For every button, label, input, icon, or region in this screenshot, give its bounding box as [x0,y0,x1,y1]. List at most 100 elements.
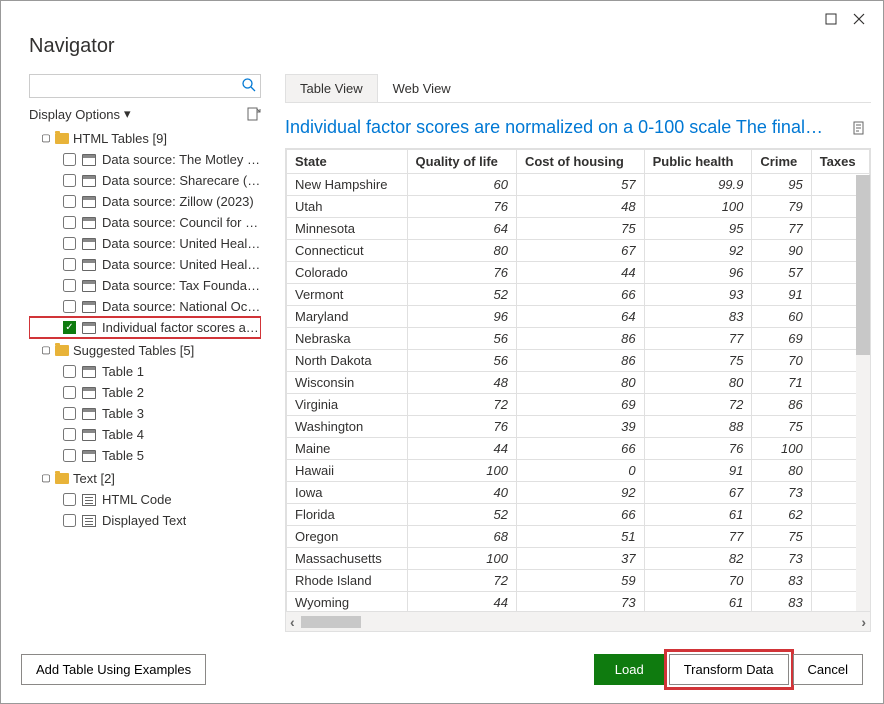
tree-item[interactable]: Displayed Text [29,510,261,531]
tree-item-checkbox[interactable] [63,258,76,271]
table-row[interactable]: Florida52666162 [287,504,870,526]
tree-item[interactable]: Data source: United Healt… [29,233,261,254]
cancel-button[interactable]: Cancel [793,654,863,685]
text-icon [82,494,96,506]
table-row[interactable]: Virginia72697286 [287,394,870,416]
table-cell: 86 [516,328,644,350]
table-cell: 76 [407,262,516,284]
table-row[interactable]: Oregon68517775 [287,526,870,548]
table-row[interactable]: Washington76398875 [287,416,870,438]
table-row[interactable]: Hawaii10009180 [287,460,870,482]
tree-item-label: Table 3 [102,406,144,421]
table-row[interactable]: Rhode Island72597083 [287,570,870,592]
tree-item-checkbox[interactable] [63,300,76,313]
table-row[interactable]: Nebraska56867769 [287,328,870,350]
caret-down-icon: ▢ [41,133,51,144]
vertical-scroll-thumb[interactable] [856,175,870,355]
table-cell: Iowa [287,482,408,504]
tree-item[interactable]: Table 5 [29,445,261,466]
tree-item-checkbox[interactable] [63,216,76,229]
table-cell: 66 [516,284,644,306]
table-cell: Rhode Island [287,570,408,592]
display-options-dropdown[interactable]: Display Options ▾ [29,106,131,122]
vertical-scrollbar[interactable] [856,175,870,611]
table-icon [82,154,96,166]
display-options-row: Display Options ▾ [29,106,261,122]
tree-group-header[interactable]: ▢HTML Tables [9] [29,128,261,149]
table-row[interactable]: North Dakota56867570 [287,350,870,372]
scroll-left-icon[interactable]: ‹ [290,614,295,630]
tree-item-checkbox[interactable] [63,237,76,250]
tree-item-checkbox[interactable] [63,174,76,187]
table-cell: 56 [407,350,516,372]
table-cell: 37 [516,548,644,570]
horizontal-scrollbar[interactable]: ‹ › [286,611,870,631]
tree-item-checkbox[interactable] [63,407,76,420]
tree-item-checkbox[interactable] [63,279,76,292]
table-row[interactable]: New Hampshire605799.995 [287,174,870,196]
column-header[interactable]: Cost of housing [516,150,644,174]
table-cell: 82 [644,548,752,570]
column-header[interactable]: Crime [752,150,811,174]
tree-item[interactable]: Table 3 [29,403,261,424]
table-row[interactable]: Connecticut80679290 [287,240,870,262]
tree-item[interactable]: Data source: The Motley F… [29,149,261,170]
tree-group-header[interactable]: ▢Text [2] [29,468,261,489]
table-icon [82,450,96,462]
table-row[interactable]: Colorado76449657 [287,262,870,284]
horizontal-scroll-thumb[interactable] [301,616,361,628]
view-tab[interactable]: Table View [285,74,378,102]
table-row[interactable]: Maryland96648360 [287,306,870,328]
table-row[interactable]: Utah764810079 [287,196,870,218]
column-header[interactable]: Quality of life [407,150,516,174]
scroll-right-icon[interactable]: › [861,614,866,630]
tree-item-checkbox[interactable] [63,514,76,527]
table-scroll[interactable]: StateQuality of lifeCost of housingPubli… [286,149,870,611]
copy-icon[interactable] [851,120,867,136]
window-maximize-button[interactable] [817,8,845,30]
tree-item[interactable]: Data source: Tax Foundati… [29,275,261,296]
table-row[interactable]: Iowa40926773 [287,482,870,504]
window-close-button[interactable] [845,8,873,30]
table-cell: 76 [644,438,752,460]
tree-item-checkbox[interactable] [63,386,76,399]
checkbox-checked-icon[interactable]: ✓ [63,321,76,334]
tree-group-header[interactable]: ▢Suggested Tables [5] [29,340,261,361]
tree-item[interactable]: Data source: Council for C… [29,212,261,233]
tree-item[interactable]: Data source: Zillow (2023) [29,191,261,212]
tree-group-label: Text [2] [73,471,115,486]
tree-item[interactable]: ✓Individual factor scores ar… [29,317,261,338]
table-row[interactable]: Wyoming44736183 [287,592,870,612]
load-button[interactable]: Load [594,654,665,685]
table-cell: 0 [516,460,644,482]
tree-item[interactable]: Table 4 [29,424,261,445]
tree-item[interactable]: Table 2 [29,382,261,403]
transform-data-button[interactable]: Transform Data [669,654,789,685]
column-header[interactable]: State [287,150,408,174]
tree-item[interactable]: Data source: United Healt… [29,254,261,275]
table-row[interactable]: Minnesota64759577 [287,218,870,240]
tree-item-checkbox[interactable] [63,449,76,462]
tree-item[interactable]: Table 1 [29,361,261,382]
tree-item[interactable]: Data source: National Oce… [29,296,261,317]
tree-item[interactable]: HTML Code [29,489,261,510]
horizontal-scroll-track[interactable] [301,616,856,628]
tree-item-checkbox[interactable] [63,365,76,378]
tree-item[interactable]: Data source: Sharecare (20… [29,170,261,191]
table-row[interactable]: Massachusetts100378273 [287,548,870,570]
tree-item-checkbox[interactable] [63,153,76,166]
search-icon[interactable] [241,77,257,93]
tree-item-checkbox[interactable] [63,195,76,208]
column-header[interactable]: Public health [644,150,752,174]
view-tab[interactable]: Web View [378,74,466,102]
add-table-using-examples-button[interactable]: Add Table Using Examples [21,654,206,685]
table-cell: 100 [407,548,516,570]
search-input[interactable] [29,74,261,98]
table-row[interactable]: Wisconsin48808071 [287,372,870,394]
tree-item-checkbox[interactable] [63,428,76,441]
tree-item-checkbox[interactable] [63,493,76,506]
column-header[interactable]: Taxes [811,150,869,174]
refresh-icon[interactable] [245,106,261,122]
table-row[interactable]: Maine446676100 [287,438,870,460]
table-row[interactable]: Vermont52669391 [287,284,870,306]
